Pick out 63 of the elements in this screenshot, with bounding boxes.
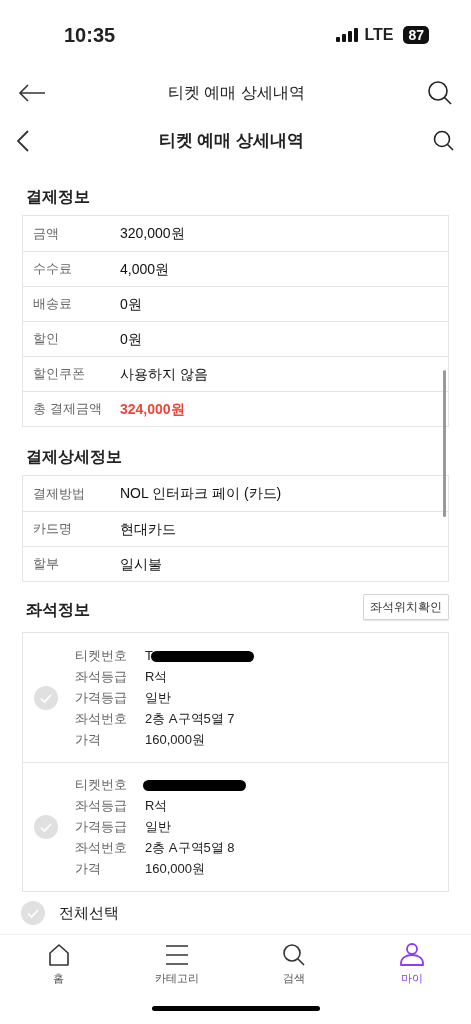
page-title: 티켓 예매 상세내역: [158, 130, 305, 153]
section-title: 결제정보: [25, 187, 90, 207]
back-icon[interactable]: [16, 129, 30, 153]
field-label: 티켓번호: [75, 646, 128, 665]
back-icon[interactable]: [18, 83, 46, 103]
field-value: R석: [145, 667, 168, 686]
row-value: 0원: [120, 294, 142, 314]
field-label: 좌석등급: [75, 797, 128, 815]
field-value: 일반: [145, 688, 171, 707]
status-time: 10:35: [64, 23, 116, 48]
row-label: 총 결제금액: [32, 400, 103, 419]
field-label: 티켓번호: [75, 776, 128, 794]
field-value: 일반: [145, 818, 171, 836]
field-label: 가격: [75, 860, 102, 878]
row-value: 320,000원: [120, 224, 185, 243]
nav-tab[interactable]: 카테고리: [117, 943, 236, 987]
home-icon: [46, 943, 71, 967]
field-label: 가격등급: [75, 818, 128, 836]
row-label: 수수료: [32, 260, 73, 279]
row-label: 할인: [32, 330, 60, 349]
select-all-label[interactable]: 전체선택: [59, 901, 119, 925]
field-label: 좌석등급: [75, 667, 128, 686]
nav-tab[interactable]: 마이: [353, 943, 471, 987]
row-value: 일시불: [120, 554, 162, 574]
field-value: 160,000원: [145, 860, 205, 878]
section-title: 결제상세정보: [25, 447, 122, 467]
search-icon: [282, 943, 307, 967]
checkbox[interactable]: [34, 815, 58, 839]
row-value: 사용하지 않음: [120, 364, 208, 384]
checkbox[interactable]: [34, 685, 58, 710]
field-label: 가격등급: [75, 688, 128, 707]
row-value: NOL 인터파크 페이 (카드): [120, 484, 282, 503]
section-title: 좌석정보: [25, 600, 90, 620]
checkbox[interactable]: [21, 901, 45, 925]
network-label: LTE: [364, 25, 394, 45]
field-value: T: [145, 646, 153, 665]
menu-icon: [164, 943, 189, 967]
row-value: 4,000원: [120, 259, 170, 279]
row-value: 현대카드: [120, 519, 176, 539]
field-label: 좌석번호: [75, 839, 128, 857]
row-label: 할부: [32, 555, 60, 574]
search-icon[interactable]: [427, 80, 453, 106]
person-icon: [399, 943, 426, 967]
field-label: 가격: [75, 730, 102, 749]
row-label: 할인쿠폰: [32, 365, 86, 384]
field-label: 좌석번호: [75, 709, 128, 728]
row-label: 결제방법: [32, 484, 86, 503]
battery-indicator: 87: [403, 26, 429, 44]
seat-location-button[interactable]: 좌석위치확인: [363, 594, 449, 620]
field-value: R석: [145, 797, 168, 815]
row-value: 0원: [120, 329, 142, 349]
field-value: 160,000원: [145, 730, 205, 749]
nav-tab[interactable]: 검색: [235, 943, 354, 987]
page-title: 티켓 예매 상세내역: [168, 83, 305, 103]
row-label: 배송료: [32, 295, 73, 314]
field-value: 2층 A구역5열 7: [145, 709, 235, 728]
row-label: 카드명: [32, 520, 73, 539]
nav-tab[interactable]: 홈: [0, 943, 118, 987]
search-icon[interactable]: [433, 130, 455, 152]
row-value: 324,000원: [120, 399, 185, 419]
row-label: 금액: [32, 224, 60, 243]
signal-icon: [336, 28, 359, 42]
field-value: 2층 A구역5열 8: [145, 839, 235, 857]
